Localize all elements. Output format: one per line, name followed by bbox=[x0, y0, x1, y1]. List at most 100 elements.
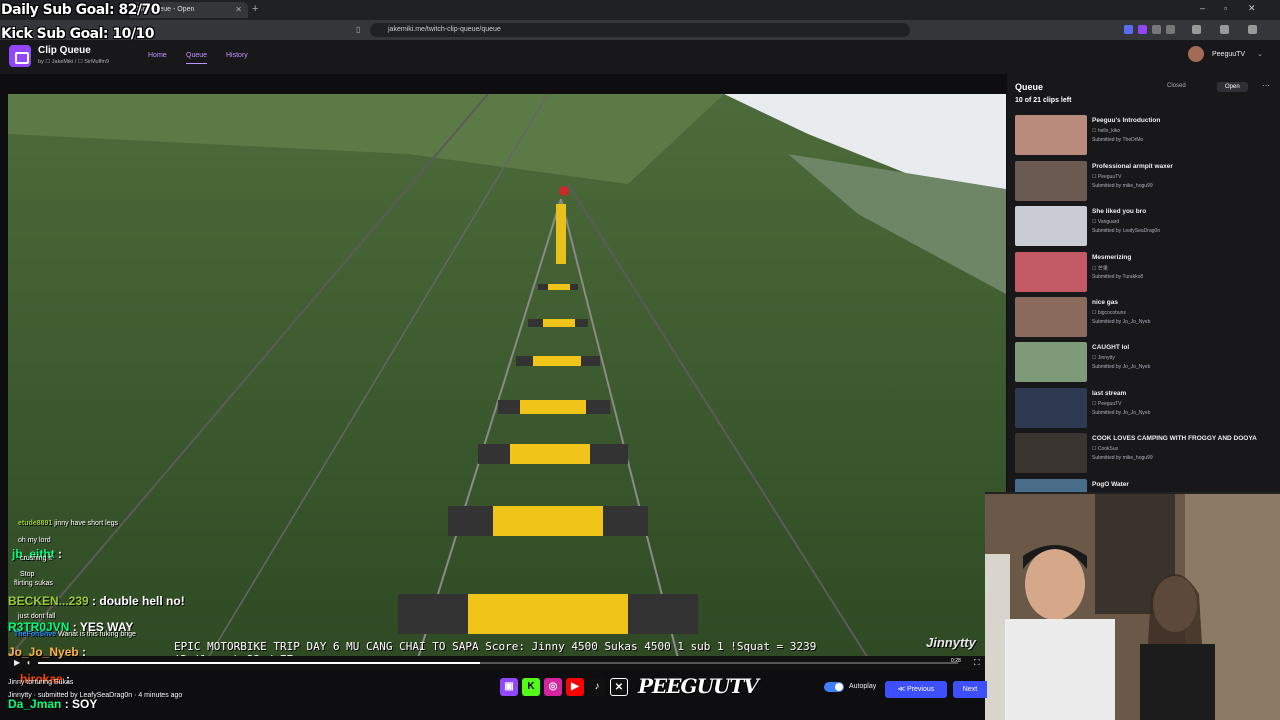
video-player[interactable]: EPIC MOTORBIKE TRIP DAY 6 MU CANG CHAI T… bbox=[8, 94, 1006, 658]
nav-home[interactable]: Home bbox=[148, 52, 167, 59]
chat-text: : SOY bbox=[64, 697, 98, 711]
chat-username: Da_Jman bbox=[8, 697, 62, 711]
channel-name: hello_kiko bbox=[1097, 128, 1121, 134]
channel-name: Vanguard bbox=[1097, 219, 1120, 225]
queue-item[interactable]: PogO Water☐ bbox=[1015, 479, 1275, 519]
kick-icon[interactable]: K bbox=[522, 678, 540, 696]
user-name[interactable]: PeeguuTV bbox=[1212, 51, 1245, 58]
chat-message: etude8891 jinny have short legs bbox=[18, 520, 118, 527]
chat-text: crushing it bbox=[20, 555, 52, 562]
queue-item[interactable]: She liked you bro ☐ Vanguard Submitted by … bbox=[1015, 206, 1275, 248]
chat-text: : bbox=[58, 547, 63, 561]
clip-title: Mesmerizing bbox=[1092, 254, 1132, 261]
clip-thumbnail[interactable] bbox=[1015, 115, 1087, 155]
queue-item[interactable]: CAUGHT lol ☐ Jinnytty Submitted by Jo_Jo_N… bbox=[1015, 342, 1275, 384]
clip-thumbnail[interactable] bbox=[1015, 342, 1087, 382]
clip-thumbnail[interactable] bbox=[1015, 252, 1087, 292]
queue-item[interactable]: last stream ☐ PeeguuTV Submitted by Jo_Jo_… bbox=[1015, 388, 1275, 430]
channel-name: PeeguuTV bbox=[1097, 401, 1122, 407]
play-icon[interactable]: ▶ bbox=[14, 658, 20, 667]
menu-icon[interactable] bbox=[1248, 25, 1257, 34]
channel-name: CookSux bbox=[1097, 446, 1119, 452]
clip-creator-watermark: Jinnytty bbox=[926, 635, 976, 650]
autoplay-label: Autoplay bbox=[849, 683, 877, 690]
twitch-extension-icon[interactable] bbox=[1138, 25, 1147, 34]
channel-name: Jinnytty bbox=[1097, 355, 1115, 361]
channel-name: bigcocobuns bbox=[1097, 310, 1126, 316]
queue-item[interactable]: Mesmerizing ☐ 芒果 Submitted by Turakko8 bbox=[1015, 252, 1275, 294]
clip-thumbnail[interactable] bbox=[1015, 161, 1087, 201]
clip-thumbnail[interactable] bbox=[1015, 206, 1087, 246]
more-options-icon[interactable]: ⋯ bbox=[1262, 81, 1270, 90]
window-close-icon[interactable]: ✕ bbox=[1248, 3, 1256, 14]
maximize-icon[interactable]: ▫ bbox=[1224, 3, 1227, 13]
bookmark-icon[interactable]: ▯ bbox=[356, 25, 360, 34]
chevron-down-icon[interactable]: ⌄ bbox=[1257, 50, 1263, 58]
clip-submitter: Submitted by Turakko8 bbox=[1092, 274, 1144, 280]
nav-history[interactable]: History bbox=[226, 52, 248, 59]
chat-message: oh my lord bbox=[18, 537, 51, 544]
chat-text: Stop bbox=[20, 571, 35, 578]
player-controls: ▶ ◖ 0:28 ⛶ bbox=[8, 656, 1006, 670]
app-header: Clip Queue by ☐ JakeMiki / ☐ SirMuffin9 … bbox=[0, 40, 1280, 74]
clip-channel: ☐ PeeguuTV bbox=[1092, 174, 1122, 180]
minimize-icon[interactable]: – bbox=[1200, 3, 1205, 13]
queue-item[interactable]: COOK LOVES CAMPING WITH FROGGY AND DOOYA… bbox=[1015, 433, 1275, 475]
chat-text: jinny have short legs bbox=[54, 520, 119, 527]
clip-title: She liked you bro bbox=[1092, 208, 1147, 215]
browser-address-bar: ▯ jakemiki.me/twitch-clip-queue/queue bbox=[0, 20, 1280, 40]
next-label: Next bbox=[962, 686, 978, 693]
queue-closed-button[interactable]: Closed bbox=[1167, 83, 1186, 89]
url-field[interactable]: ▯ jakemiki.me/twitch-clip-queue/queue bbox=[356, 23, 910, 37]
queue-item[interactable]: Peeguu's Introduction ☐ hello_kiko Submitt… bbox=[1015, 115, 1275, 157]
app-credits: by ☐ JakeMiki / ☐ SirMuffin9 bbox=[38, 59, 109, 65]
extension-icon[interactable] bbox=[1124, 25, 1133, 34]
clip-submitter: Submitted by Jo_Jo_Nyeb bbox=[1092, 319, 1151, 325]
tiktok-icon[interactable]: ♪ bbox=[588, 678, 606, 696]
fullscreen-icon[interactable]: ⛶ bbox=[974, 658, 980, 668]
chat-message: TheFonShve Wanat is this fuking brige bbox=[14, 631, 136, 638]
autoplay-toggle[interactable] bbox=[824, 682, 844, 692]
downloads-icon[interactable] bbox=[1220, 25, 1229, 34]
avatar[interactable] bbox=[1188, 46, 1204, 62]
queue-open-button[interactable]: Open bbox=[1217, 82, 1248, 92]
clip-title: PogO Water bbox=[1092, 481, 1129, 488]
new-tab-icon[interactable]: + bbox=[252, 3, 258, 15]
previous-icon: ≪ bbox=[897, 686, 908, 693]
clip-submitter: Submitted by mike_hogu99 bbox=[1092, 455, 1153, 461]
queue-item[interactable]: nice gas ☐ bigcocobuns Submitted by Jo_Jo_… bbox=[1015, 297, 1275, 339]
clip-thumbnail[interactable] bbox=[1015, 433, 1087, 473]
chat-text: Wanat is this fuking brige bbox=[57, 631, 136, 638]
instagram-icon[interactable]: ◎ bbox=[544, 678, 562, 696]
nav-queue[interactable]: Queue bbox=[186, 52, 208, 64]
clip-submitter: Submitted by LeafySeaDrag0n bbox=[1092, 228, 1161, 234]
volume-icon[interactable]: ◖ bbox=[26, 658, 31, 667]
clip-submitter: Submitted by mike_hogu99 bbox=[1092, 183, 1153, 189]
twitch-icon[interactable]: ▣ bbox=[500, 678, 518, 696]
extension-icon[interactable] bbox=[1166, 25, 1175, 34]
chat-message: Stop bbox=[20, 571, 34, 578]
progress-bar[interactable] bbox=[38, 662, 958, 664]
queue-count: 10 of 21 clips left bbox=[1015, 97, 1072, 104]
progress-fill bbox=[38, 662, 480, 664]
queue-item[interactable]: Professional armpit waxer ☐ PeeguuTV Submi… bbox=[1015, 161, 1275, 203]
clip-channel: ☐ Vanguard bbox=[1092, 219, 1119, 225]
clip-thumbnail[interactable] bbox=[1015, 388, 1087, 428]
channel-name: PeeguuTV bbox=[1097, 174, 1122, 180]
next-button[interactable]: Next bbox=[953, 681, 987, 698]
clip-channel: ☐ Jinnytty bbox=[1092, 355, 1115, 361]
youtube-icon[interactable]: ▶ bbox=[566, 678, 584, 696]
webcam-feed bbox=[985, 492, 1280, 720]
clip-queue-logo-icon[interactable] bbox=[9, 45, 31, 67]
sidebar-icon[interactable] bbox=[1192, 25, 1201, 34]
close-tab-icon[interactable]: ✕ bbox=[235, 5, 242, 14]
chat-username: TheFonShve bbox=[14, 631, 57, 638]
clip-thumbnail[interactable] bbox=[1015, 297, 1087, 337]
chat-text: just dont fall bbox=[18, 613, 56, 620]
clip-title: Peeguu's Introduction bbox=[1092, 117, 1161, 124]
queue-title: Queue bbox=[1015, 82, 1044, 92]
clip-channel: ☐ hello_kiko bbox=[1092, 128, 1120, 134]
extension-icon[interactable] bbox=[1152, 25, 1161, 34]
previous-button[interactable]: ≪ Previous bbox=[885, 681, 947, 698]
x-icon[interactable]: ✕ bbox=[610, 678, 628, 696]
